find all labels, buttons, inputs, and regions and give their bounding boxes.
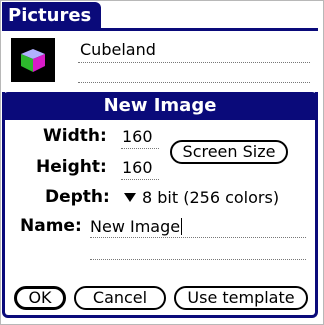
name-label: Name: bbox=[20, 216, 82, 236]
name-field[interactable]: New Image bbox=[90, 217, 183, 236]
height-field-underline bbox=[121, 179, 159, 180]
use-template-button[interactable]: Use template bbox=[174, 286, 308, 310]
name-field-underline bbox=[90, 237, 306, 238]
cancel-button[interactable]: Cancel bbox=[74, 286, 166, 310]
app-title: Pictures bbox=[2, 2, 102, 30]
width-label: Width: bbox=[43, 126, 107, 146]
list-divider bbox=[78, 62, 310, 63]
screen-size-button[interactable]: Screen Size bbox=[170, 140, 288, 164]
cube-thumbnail-icon bbox=[21, 49, 45, 72]
height-field[interactable]: 160 bbox=[122, 158, 153, 177]
dropdown-triangle-icon bbox=[124, 193, 136, 202]
width-field-underline bbox=[121, 148, 159, 149]
depth-selector[interactable]: 8 bit (256 colors) bbox=[124, 188, 279, 207]
height-label: Height: bbox=[36, 157, 107, 177]
name-field-underline-2 bbox=[90, 259, 306, 260]
list-item-name[interactable]: Cubeland bbox=[80, 40, 156, 59]
ok-button[interactable]: OK bbox=[14, 286, 66, 310]
text-cursor bbox=[181, 218, 183, 235]
width-field[interactable]: 160 bbox=[122, 127, 153, 146]
dialog-title: New Image bbox=[2, 92, 318, 120]
list-divider bbox=[78, 82, 310, 83]
depth-label: Depth: bbox=[45, 187, 110, 207]
title-underline bbox=[2, 28, 318, 31]
list-item-thumbnail[interactable] bbox=[11, 38, 55, 82]
name-field-value: New Image bbox=[90, 217, 181, 236]
depth-value: 8 bit (256 colors) bbox=[142, 188, 280, 207]
